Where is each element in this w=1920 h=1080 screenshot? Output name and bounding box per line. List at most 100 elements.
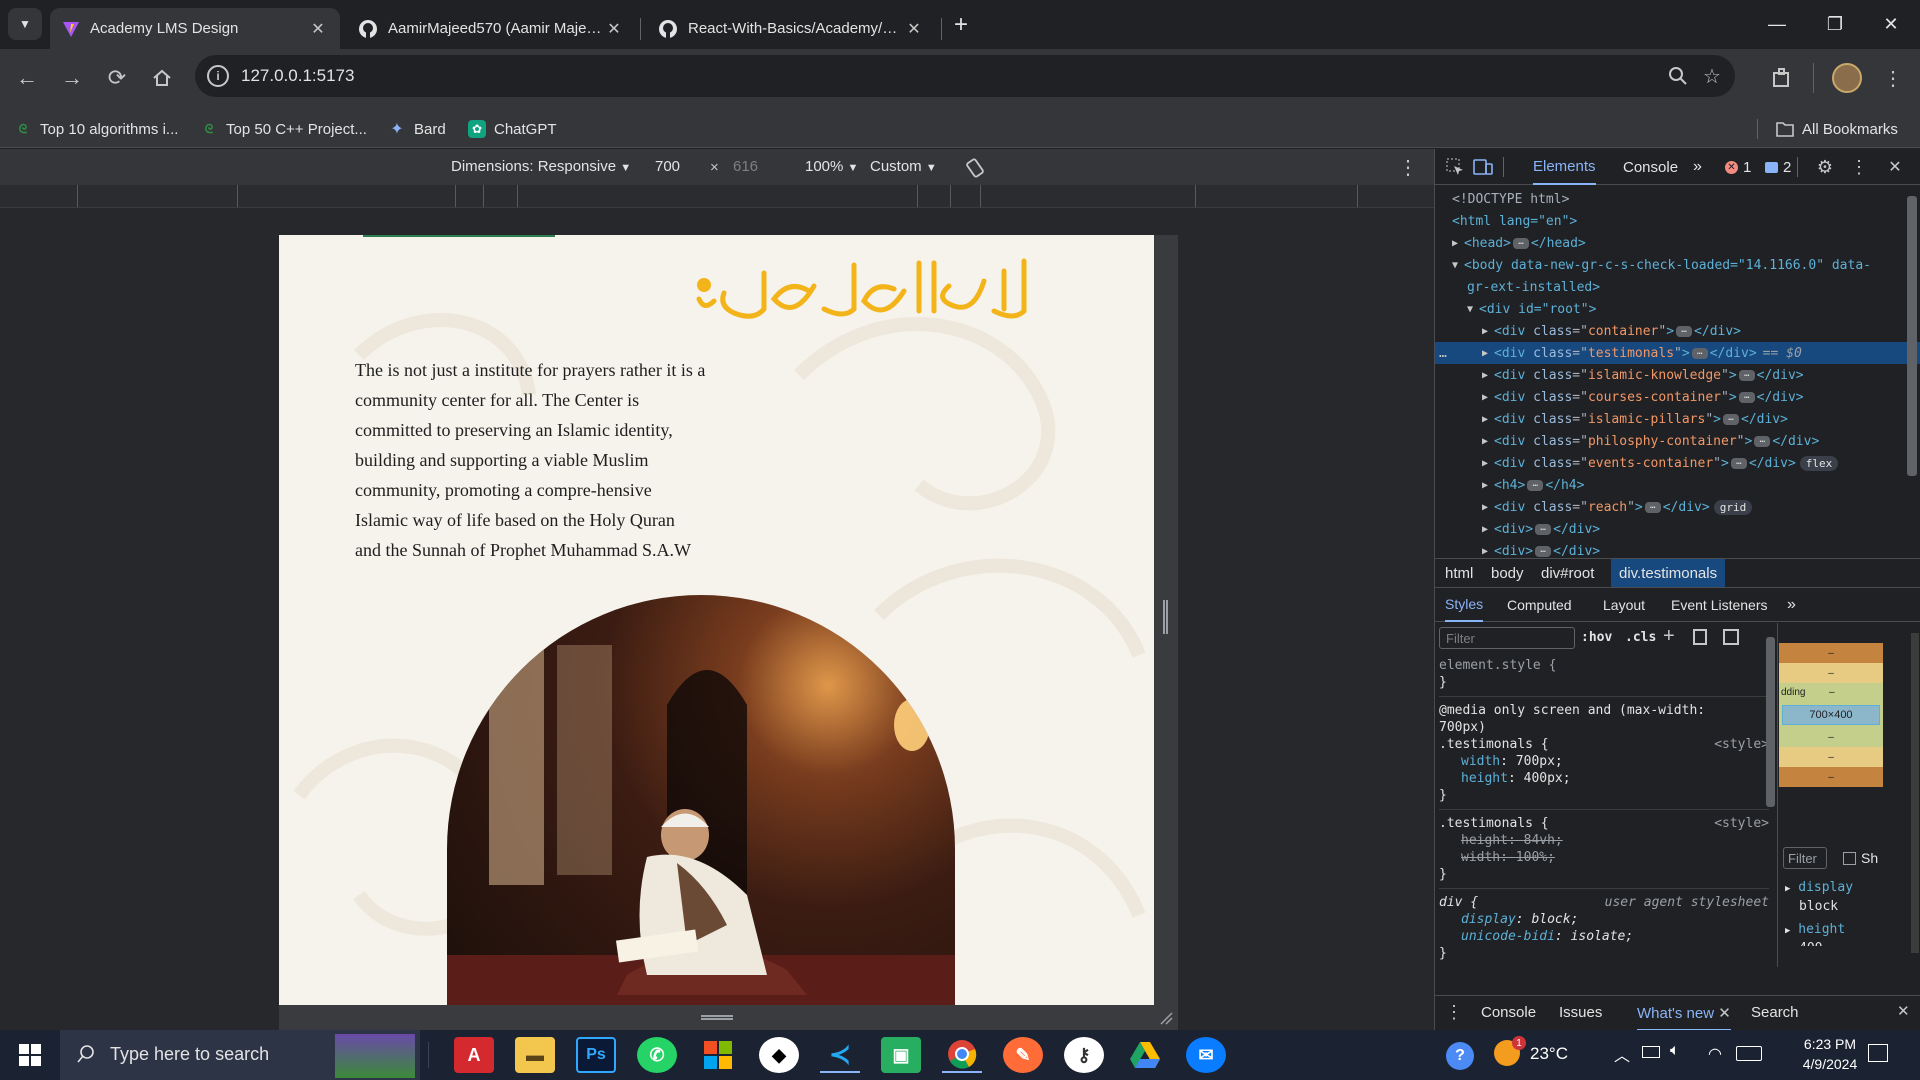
- rule-source[interactable]: <style>: [1714, 736, 1769, 753]
- tab-academy-lms[interactable]: Academy LMS Design ✕: [50, 8, 340, 49]
- css-value[interactable]: 84vh;: [1524, 833, 1563, 848]
- tab-layout[interactable]: Layout: [1603, 588, 1645, 622]
- breadcrumb-item[interactable]: html: [1445, 565, 1473, 582]
- browser-menu-button[interactable]: ⋮: [1878, 61, 1908, 95]
- computed-property[interactable]: height: [1798, 922, 1845, 937]
- drawer-menu-icon[interactable]: ⋮: [1445, 1002, 1463, 1023]
- element-style-selector[interactable]: element.style {: [1439, 657, 1769, 674]
- computed-filter-input[interactable]: Filter: [1783, 847, 1827, 869]
- breadcrumb-item-selected[interactable]: div.testimonals: [1611, 559, 1726, 587]
- ellipsis-icon[interactable]: …: [1644, 501, 1661, 513]
- address-bar[interactable]: i 127.0.0.1:5173 ☆: [195, 55, 1735, 97]
- reload-button[interactable]: ⟳: [100, 61, 134, 95]
- tab-github-readme[interactable]: React-With-Basics/Academy/README.md ✕: [646, 8, 936, 49]
- ellipsis-icon[interactable]: …: [1535, 523, 1552, 535]
- bookmark-item[interactable]: ✦ Bard: [388, 117, 445, 141]
- throttle-dropdown[interactable]: Custom ▼: [870, 158, 937, 175]
- expand-triangle-icon[interactable]: ▶: [1785, 926, 1790, 936]
- tab-computed[interactable]: Computed: [1507, 588, 1572, 622]
- restore-button[interactable]: ❐: [1806, 0, 1864, 48]
- page-viewport[interactable]: The is not just a institute for prayers …: [279, 235, 1154, 1005]
- site-info-icon[interactable]: i: [207, 65, 229, 87]
- expand-triangle-icon[interactable]: ▶: [1785, 884, 1790, 894]
- device-more-icon[interactable]: ⋮: [1398, 155, 1418, 180]
- close-drawer-icon[interactable]: ✕: [1897, 1002, 1910, 1020]
- bookmark-item[interactable]: ✿ ChatGPT: [468, 117, 557, 141]
- back-button[interactable]: ←: [10, 61, 44, 95]
- box-padding-bottom[interactable]: –: [1779, 727, 1883, 747]
- breadcrumb-item[interactable]: body: [1491, 565, 1524, 582]
- settings-gear-icon[interactable]: ⚙: [1813, 155, 1837, 179]
- width-input[interactable]: 700: [655, 158, 680, 175]
- collapse-triangle-icon[interactable]: ▼: [1467, 304, 1479, 315]
- expand-triangle-icon[interactable]: ▶: [1482, 414, 1494, 425]
- bookmark-item[interactable]: ᘓ Top 10 algorithms i...: [14, 117, 179, 141]
- google-drive-icon[interactable]: [1125, 1037, 1165, 1073]
- dom-node-philosphy-container[interactable]: ▶ <div class =" philosphy-container " >… </div…: [1435, 430, 1905, 452]
- ellipsis-icon[interactable]: …: [1723, 413, 1739, 425]
- grid-badge[interactable]: grid: [1713, 499, 1753, 515]
- css-property[interactable]: width: [1461, 754, 1500, 769]
- bookmark-item[interactable]: ᘓ Top 50 C++ Project...: [200, 117, 367, 141]
- message-counter[interactable]: 2: [1765, 149, 1791, 185]
- notifications-icon[interactable]: [1868, 1044, 1888, 1062]
- file-explorer-icon[interactable]: ▬: [515, 1037, 555, 1073]
- styles-filter-input[interactable]: Filter: [1439, 627, 1575, 649]
- devtools-menu-icon[interactable]: ⋮: [1849, 155, 1869, 179]
- help-icon[interactable]: ?: [1446, 1042, 1474, 1070]
- temperature-text[interactable]: 23°C: [1530, 1044, 1568, 1064]
- css-value[interactable]: 400px;: [1524, 771, 1571, 786]
- ellipsis-icon[interactable]: …: [1535, 545, 1552, 557]
- expand-triangle-icon[interactable]: ▶: [1452, 238, 1464, 249]
- ellipsis-icon[interactable]: …: [1676, 325, 1693, 337]
- dom-node-container[interactable]: ▶ <div class =" container " >… </div>: [1435, 320, 1905, 342]
- drawer-tab-console[interactable]: Console: [1481, 1004, 1536, 1021]
- expand-triangle-icon[interactable]: ▶: [1482, 524, 1494, 535]
- dom-div[interactable]: ▶ <div>… </div>: [1435, 518, 1905, 540]
- dom-node-islamic-pillars[interactable]: ▶ <div class =" islamic-pillars " >… </div>: [1435, 408, 1905, 430]
- new-rule-plus-icon[interactable]: +: [1663, 625, 1675, 648]
- expand-triangle-icon[interactable]: ▶: [1482, 326, 1494, 337]
- forward-button[interactable]: →: [55, 61, 89, 95]
- device-toggle-icon[interactable]: [1471, 155, 1495, 179]
- ellipsis-icon[interactable]: …: [1730, 457, 1747, 469]
- tab-console[interactable]: Console: [1623, 149, 1678, 185]
- acrobat-icon[interactable]: A: [454, 1037, 494, 1073]
- dom-node-events-container[interactable]: ▶ <div class =" events-container " >… </div> fl…: [1435, 452, 1905, 474]
- expand-triangle-icon[interactable]: ▶: [1482, 348, 1494, 359]
- tab-event-listeners[interactable]: Event Listeners: [1671, 588, 1768, 622]
- dimensions-dropdown[interactable]: Dimensions: Responsive ▼: [451, 158, 631, 175]
- photoshop-icon[interactable]: Ps: [576, 1037, 616, 1073]
- viewport-resize-right[interactable]: [1154, 235, 1178, 1005]
- box-content[interactable]: 700×400: [1782, 705, 1880, 725]
- rotate-icon[interactable]: [962, 155, 988, 181]
- computed-property[interactable]: display: [1798, 880, 1853, 895]
- css-property[interactable]: width: [1461, 850, 1500, 865]
- chevron-up-icon[interactable]: ︿: [1614, 1042, 1630, 1066]
- taskbar-search-box[interactable]: Type here to search: [60, 1030, 420, 1080]
- camo-icon[interactable]: ▣: [881, 1037, 921, 1073]
- microsoft-store-icon[interactable]: [698, 1037, 738, 1073]
- battery-icon[interactable]: [1642, 1046, 1660, 1058]
- styles-scrollbar[interactable]: [1766, 637, 1775, 807]
- inkscape-icon[interactable]: ◆: [759, 1037, 799, 1073]
- expand-triangle-icon[interactable]: ▶: [1482, 480, 1494, 491]
- rule-selector[interactable]: .testimonals {: [1439, 736, 1549, 753]
- box-border-bottom[interactable]: –: [1779, 747, 1883, 767]
- messenger-icon[interactable]: ✉: [1186, 1037, 1226, 1073]
- tab-github-profile[interactable]: AamirMajeed570 (Aamir Majeed) ✕: [346, 8, 636, 49]
- tab-styles[interactable]: Styles: [1445, 588, 1484, 622]
- start-button[interactable]: [0, 1030, 60, 1080]
- rule-selector[interactable]: .testimonals {: [1439, 815, 1549, 832]
- drawer-tab-whats-new[interactable]: What's new ✕: [1637, 996, 1731, 1031]
- dom-node-courses-container[interactable]: ▶ <div class =" courses-container " >… </div>: [1435, 386, 1905, 408]
- expand-triangle-icon[interactable]: ▶: [1482, 458, 1494, 469]
- hov-toggle[interactable]: :hov: [1581, 630, 1612, 645]
- close-tab-icon[interactable]: ✕: [904, 19, 924, 39]
- flex-badge[interactable]: flex: [1799, 455, 1839, 471]
- close-tab-icon[interactable]: ✕: [604, 19, 624, 39]
- tab-search-button[interactable]: ▼: [8, 8, 42, 40]
- tab-elements[interactable]: Elements: [1533, 149, 1596, 185]
- expand-triangle-icon[interactable]: ▶: [1482, 436, 1494, 447]
- chrome-icon[interactable]: [942, 1037, 982, 1073]
